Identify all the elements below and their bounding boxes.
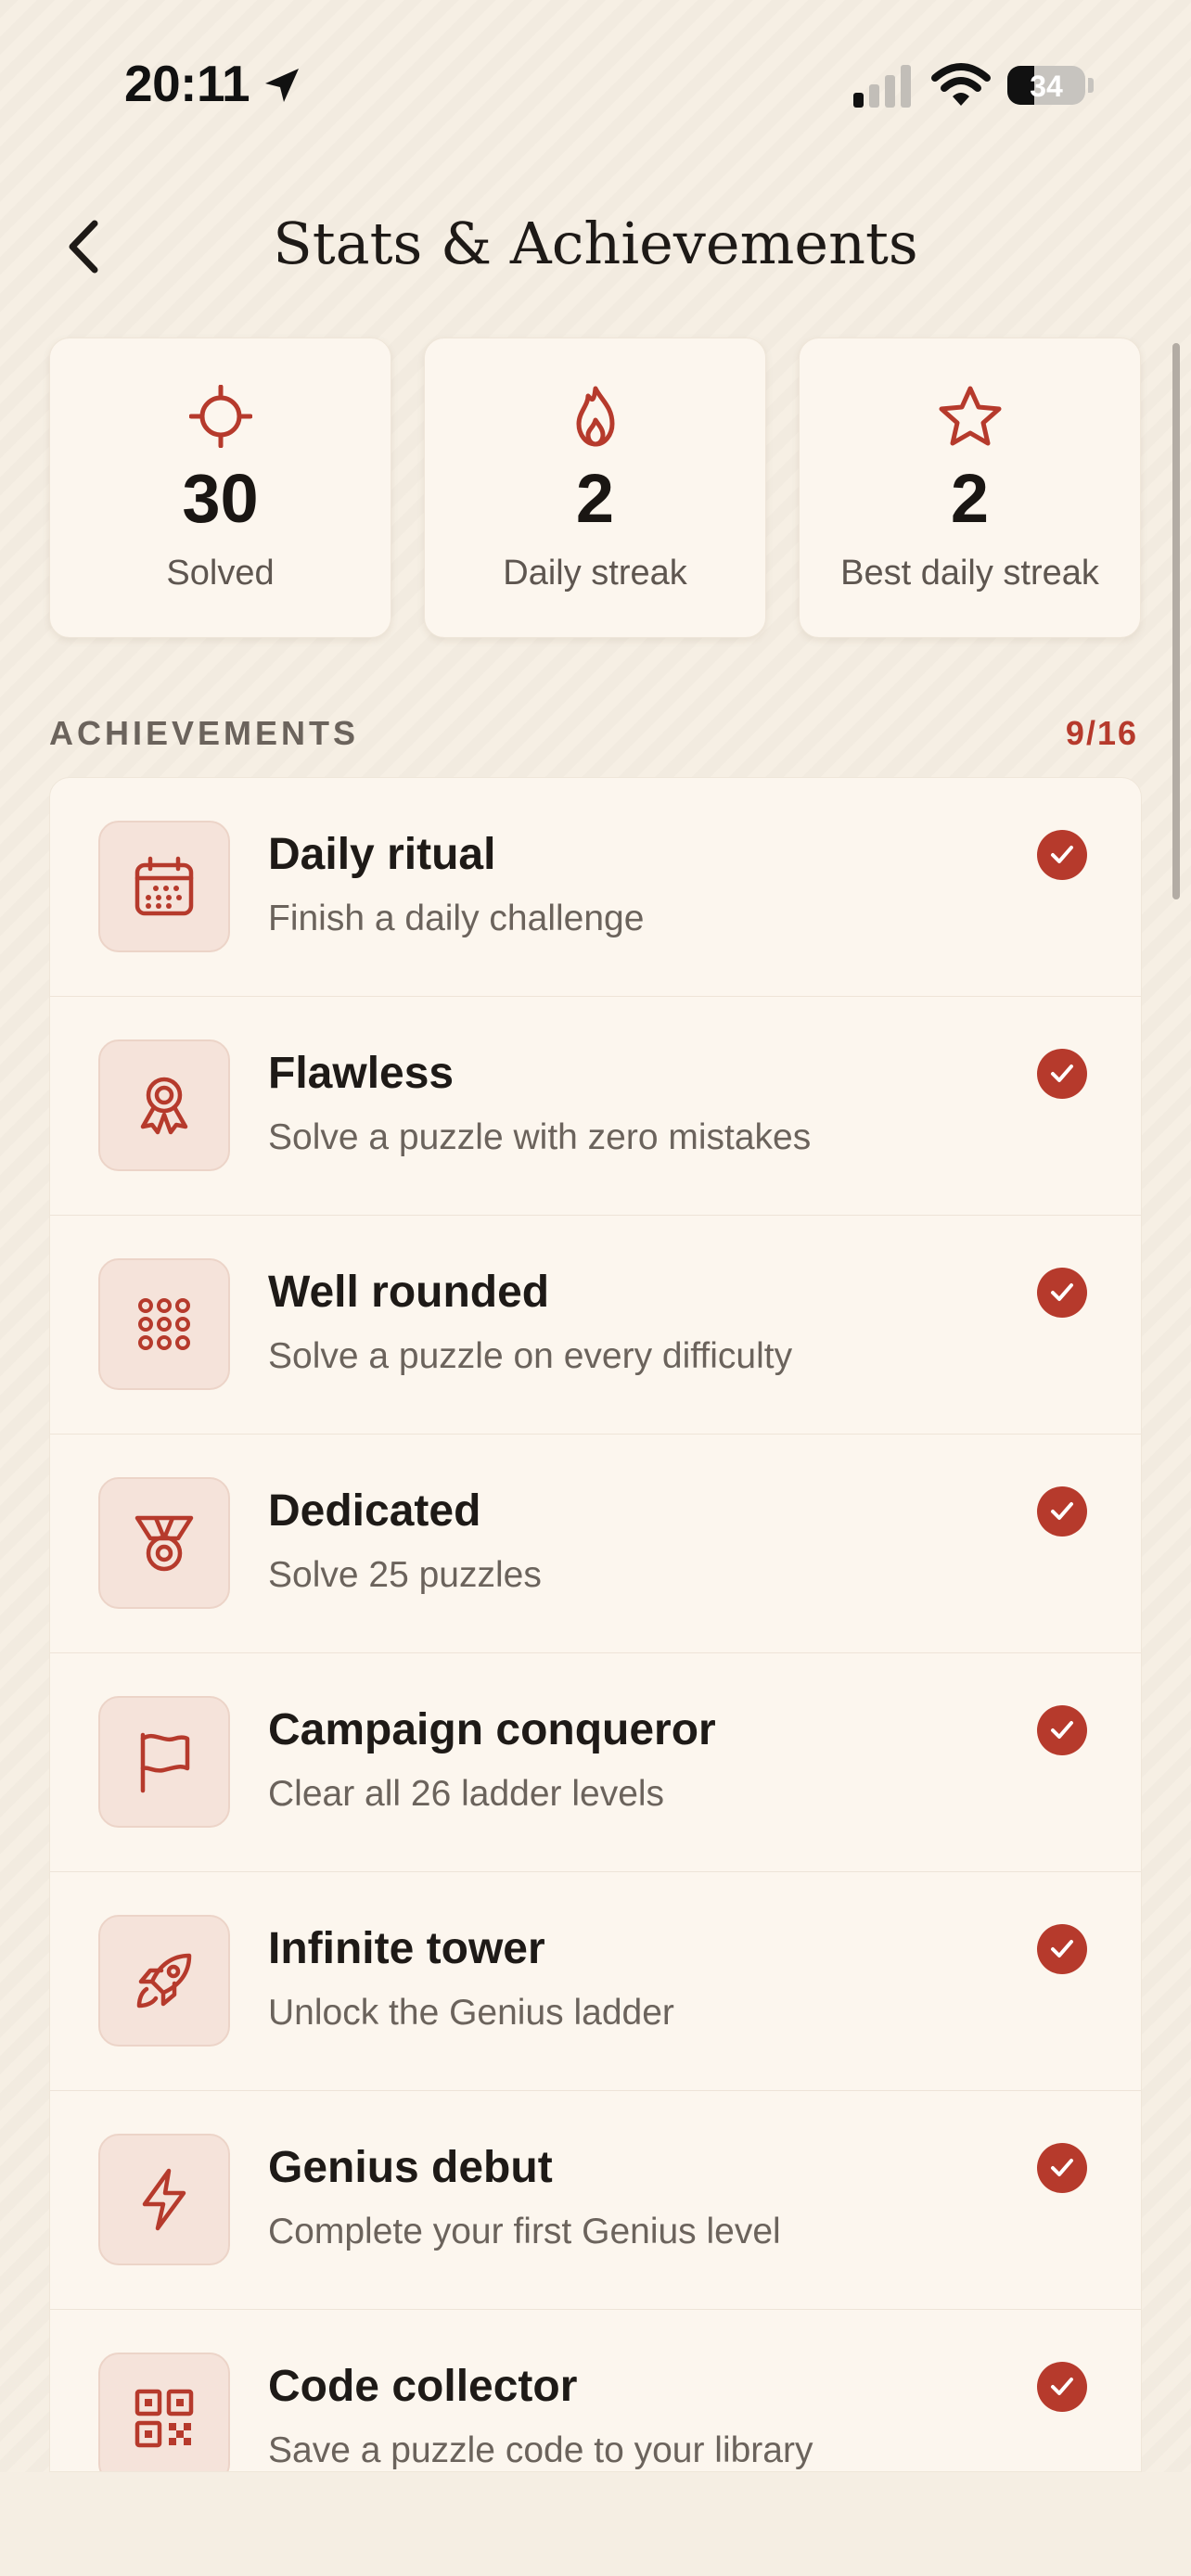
stat-card-solved: 30 Solved xyxy=(49,338,391,638)
status-time: 20:11 xyxy=(124,55,250,112)
achievement-title: Dedicated xyxy=(268,1486,481,1536)
achievement-title: Code collector xyxy=(268,2362,578,2411)
achievement-row[interactable]: Well rounded Solve a puzzle on every dif… xyxy=(50,1216,1141,1435)
stat-value: 2 xyxy=(575,460,615,537)
dot-grid-icon xyxy=(98,1258,230,1390)
achievement-description: Unlock the Genius ladder xyxy=(268,1993,674,2033)
stat-label: Best daily streak xyxy=(840,554,1099,593)
achievement-description: Complete your first Genius level xyxy=(268,2212,781,2251)
achievement-row[interactable]: Infinite tower Unlock the Genius ladder xyxy=(50,1872,1141,2091)
achievement-row[interactable]: Flawless Solve a puzzle with zero mistak… xyxy=(50,997,1141,1216)
check-icon xyxy=(1037,1268,1087,1318)
qr-code-icon xyxy=(98,2353,230,2471)
check-icon xyxy=(1037,1705,1087,1755)
award-ribbon-icon xyxy=(98,1039,230,1171)
stat-value: 30 xyxy=(182,460,259,537)
flame-icon xyxy=(425,385,765,448)
achievement-title: Well rounded xyxy=(268,1268,550,1317)
rocket-icon xyxy=(98,1915,230,2047)
check-icon xyxy=(1037,830,1087,880)
achievement-description: Finish a daily challenge xyxy=(268,899,645,938)
section-label: ACHIEVEMENTS xyxy=(49,714,360,752)
achievement-description: Clear all 26 ladder levels xyxy=(268,1774,665,1814)
stat-value: 2 xyxy=(950,460,990,537)
check-icon xyxy=(1037,1924,1087,1974)
cellular-signal-icon xyxy=(853,65,913,112)
bottom-area xyxy=(0,2472,1191,2576)
achievement-row[interactable]: Genius debut Complete your first Genius … xyxy=(50,2091,1141,2310)
battery-level: 34 xyxy=(1030,70,1063,103)
achievement-row[interactable]: Dedicated Solve 25 puzzles xyxy=(50,1435,1141,1653)
check-icon xyxy=(1037,1049,1087,1099)
battery-icon: 34 xyxy=(1007,66,1085,105)
achievement-description: Save a puzzle code to your library xyxy=(268,2430,813,2470)
section-count: 9/16 xyxy=(1065,714,1138,752)
flag-icon xyxy=(98,1696,230,1828)
achievement-row[interactable]: Campaign conqueror Clear all 26 ladder l… xyxy=(50,1653,1141,1872)
achievement-description: Solve 25 puzzles xyxy=(268,1555,542,1595)
achievement-title: Infinite tower xyxy=(268,1924,545,1973)
calendar-icon xyxy=(98,821,230,952)
achievement-title: Campaign conqueror xyxy=(268,1705,716,1754)
target-icon xyxy=(50,385,391,448)
stat-label: Daily streak xyxy=(503,554,687,593)
status-bar: 20:11 34 xyxy=(0,0,1191,176)
achievement-description: Solve a puzzle with zero mistakes xyxy=(268,1117,812,1157)
achievement-row[interactable]: Daily ritual Finish a daily challenge xyxy=(50,778,1141,997)
check-icon xyxy=(1037,2362,1087,2412)
achievements-list[interactable]: Daily ritual Finish a daily challenge Fl… xyxy=(49,777,1142,2472)
stat-card-daily-streak: 2 Daily streak xyxy=(424,338,766,638)
battery-cap xyxy=(1088,78,1094,93)
achievement-description: Solve a puzzle on every difficulty xyxy=(268,1336,793,1376)
scrollbar[interactable] xyxy=(1172,343,1180,899)
location-arrow-icon xyxy=(260,63,304,112)
check-icon xyxy=(1037,2143,1087,2193)
lightning-icon xyxy=(98,2134,230,2265)
page-title: Stats & Achievements xyxy=(273,210,918,277)
stat-label: Solved xyxy=(166,554,275,593)
achievement-title: Daily ritual xyxy=(268,830,496,879)
star-icon xyxy=(800,385,1140,448)
wifi-icon xyxy=(931,61,991,112)
achievement-title: Genius debut xyxy=(268,2143,553,2192)
achievement-row[interactable]: Code collector Save a puzzle code to you… xyxy=(50,2310,1141,2471)
check-icon xyxy=(1037,1486,1087,1537)
achievement-title: Flawless xyxy=(268,1049,455,1098)
stat-card-best-streak: 2 Best daily streak xyxy=(799,338,1141,638)
medal-icon xyxy=(98,1477,230,1609)
